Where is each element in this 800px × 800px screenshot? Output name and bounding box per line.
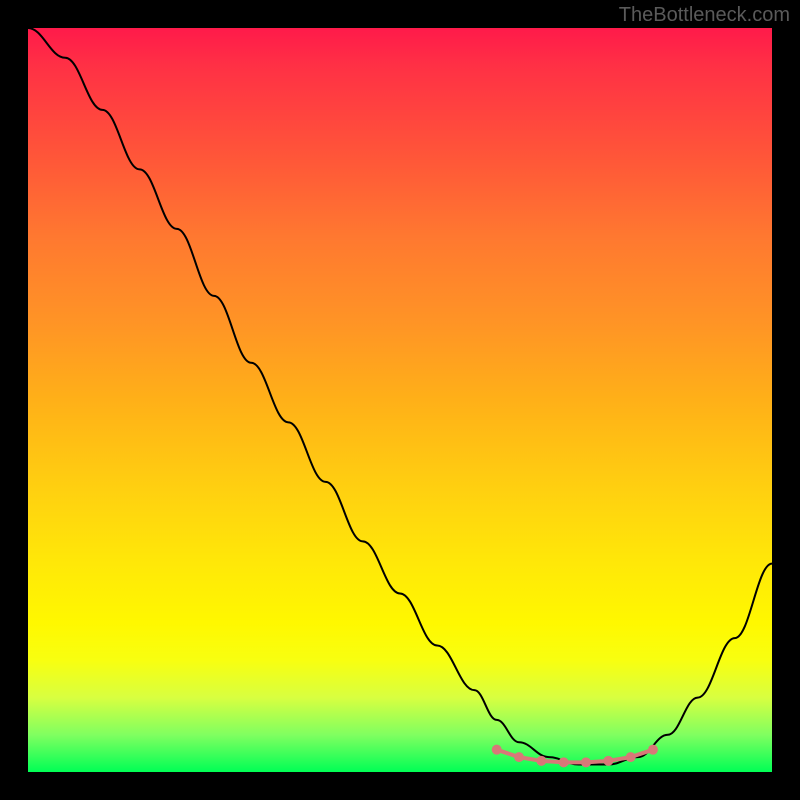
optimal-marker-dot [514, 752, 524, 762]
watermark-text: TheBottleneck.com [619, 4, 790, 27]
optimal-marker-dot [581, 757, 591, 767]
chart-plot-area [28, 28, 772, 772]
optimal-marker-dot [648, 745, 658, 755]
bottleneck-curve [28, 28, 772, 765]
optimal-marker-dot [492, 745, 502, 755]
optimal-marker-dot [626, 752, 636, 762]
optimal-marker-dot [559, 757, 569, 767]
optimal-marker-dot [603, 756, 613, 766]
optimal-marker-dot [536, 756, 546, 766]
curve-overlay [28, 28, 772, 772]
optimal-markers-group [492, 745, 658, 768]
